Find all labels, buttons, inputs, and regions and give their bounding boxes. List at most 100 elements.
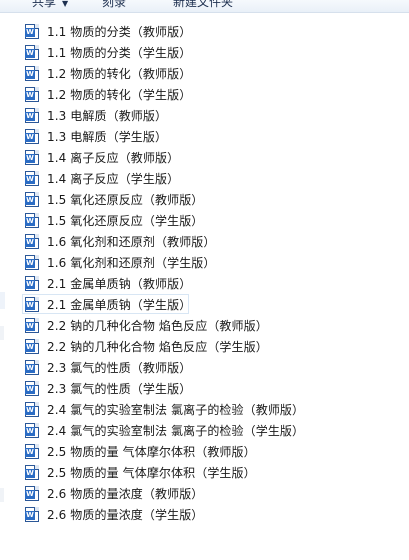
file-item[interactable]: W 2.5 物质的量 气体摩尔体积（学生版） <box>20 463 409 482</box>
file-item[interactable]: W 1.4 离子反应（教师版） <box>20 148 409 167</box>
word-badge: W <box>25 154 35 163</box>
file-item[interactable]: W 2.2 钠的几种化合物 焰色反应（学生版） <box>20 337 409 356</box>
new-folder-label: 新建文件夹 <box>173 0 234 9</box>
word-badge: W <box>25 322 35 331</box>
word-badge: W <box>25 448 35 457</box>
file-name: 2.2 钠的几种化合物 焰色反应（学生版） <box>47 340 268 354</box>
word-doc-icon: W <box>25 381 39 396</box>
share-menu-button[interactable]: 共享 ▼ <box>32 0 68 10</box>
file-name: 2.6 物质的量浓度（教师版） <box>47 487 204 501</box>
file-name: 1.1 物质的分类（学生版） <box>47 46 192 60</box>
word-doc-icon: W <box>25 402 39 417</box>
word-doc-icon: W <box>25 318 39 333</box>
word-badge: W <box>25 385 35 394</box>
word-doc-icon: W <box>25 45 39 60</box>
word-badge: W <box>25 469 35 478</box>
file-item[interactable]: W 2.4 氯气的实验室制法 氯离子的检验（学生版） <box>20 421 409 440</box>
word-doc-icon: W <box>25 213 39 228</box>
chevron-down-icon: ▼ <box>62 0 69 8</box>
file-list: W 1.1 物质的分类（教师版） W 1.1 物质的分类（学生版） W 1.2 物质的转化… <box>20 22 409 526</box>
file-item[interactable]: W 1.6 氧化剂和还原剂（教师版） <box>20 232 409 251</box>
word-badge: W <box>25 427 35 436</box>
word-doc-icon: W <box>25 108 39 123</box>
file-name: 1.2 物质的转化（教师版） <box>47 67 192 81</box>
word-badge: W <box>25 49 35 58</box>
file-item[interactable]: W 2.6 物质的量浓度（教师版） <box>20 484 409 503</box>
file-item[interactable]: W 1.3 电解质（学生版） <box>20 127 409 146</box>
file-item[interactable]: W 1.6 氧化剂和还原剂（学生版） <box>20 253 409 272</box>
file-item[interactable]: W 2.3 氯气的性质（教师版） <box>20 358 409 377</box>
file-item[interactable]: W 1.3 电解质（教师版） <box>20 106 409 125</box>
word-badge: W <box>25 196 35 205</box>
file-name: 1.3 电解质（学生版） <box>47 130 168 144</box>
file-item[interactable]: W 1.5 氧化还原反应（教师版） <box>20 190 409 209</box>
word-doc-icon: W <box>25 339 39 354</box>
word-badge: W <box>25 133 35 142</box>
file-name: 1.4 离子反应（教师版） <box>47 151 180 165</box>
nav-pane-highlight <box>0 292 5 309</box>
file-name: 1.2 物质的转化（学生版） <box>47 88 192 102</box>
file-item[interactable]: W 1.2 物质的转化（教师版） <box>20 64 409 83</box>
word-badge: W <box>25 217 35 226</box>
word-badge: W <box>25 70 35 79</box>
word-badge: W <box>25 238 35 247</box>
word-doc-icon: W <box>25 507 39 522</box>
file-item[interactable]: W 1.1 物质的分类（学生版） <box>20 43 409 62</box>
file-item[interactable]: W 1.4 离子反应（学生版） <box>20 169 409 188</box>
file-name: 2.2 钠的几种化合物 焰色反应（教师版） <box>47 319 268 333</box>
file-item[interactable]: W 1.1 物质的分类（教师版） <box>20 22 409 41</box>
file-name: 1.1 物质的分类（教师版） <box>47 25 192 39</box>
word-doc-icon: W <box>25 171 39 186</box>
file-name: 1.5 氧化还原反应（学生版） <box>47 214 204 228</box>
file-name: 2.4 氯气的实验室制法 氯离子的检验（学生版） <box>47 424 305 438</box>
navigation-pane-edge[interactable] <box>0 13 8 560</box>
word-doc-icon: W <box>25 234 39 249</box>
command-bar: 共享 ▼ 刻录 新建文件夹 <box>0 0 409 13</box>
file-name: 1.5 氧化还原反应（教师版） <box>47 193 204 207</box>
burn-button[interactable]: 刻录 <box>102 0 126 10</box>
file-item[interactable]: W 2.1 金属单质钠（学生版） <box>20 294 409 314</box>
word-badge: W <box>25 175 35 184</box>
word-doc-icon: W <box>25 150 39 165</box>
file-item[interactable]: W 2.6 物质的量浓度（学生版） <box>20 505 409 524</box>
file-name: 2.3 氯气的性质（学生版） <box>47 382 192 396</box>
word-doc-icon: W <box>25 66 39 81</box>
new-folder-button[interactable]: 新建文件夹 <box>173 0 233 10</box>
word-doc-icon: W <box>25 360 39 375</box>
word-doc-icon: W <box>25 486 39 501</box>
file-name: 2.5 物质的量 气体摩尔体积（学生版） <box>47 466 256 480</box>
file-name: 2.1 金属单质钠（教师版） <box>47 277 192 291</box>
word-badge: W <box>25 364 35 373</box>
word-badge: W <box>25 301 35 310</box>
share-label: 共享 <box>32 0 57 9</box>
word-doc-icon: W <box>25 87 39 102</box>
file-item[interactable]: W 2.2 钠的几种化合物 焰色反应（教师版） <box>20 316 409 335</box>
word-doc-icon: W <box>25 255 39 270</box>
word-doc-icon: W <box>25 444 39 459</box>
word-doc-icon: W <box>25 297 39 312</box>
word-badge: W <box>25 28 35 37</box>
word-badge: W <box>25 112 35 121</box>
file-name: 2.4 氯气的实验室制法 氯离子的检验（教师版） <box>47 403 305 417</box>
file-item[interactable]: W 2.1 金属单质钠（教师版） <box>20 274 409 293</box>
word-badge: W <box>25 259 35 268</box>
word-doc-icon: W <box>25 465 39 480</box>
file-item[interactable]: W 2.4 氯气的实验室制法 氯离子的检验（教师版） <box>20 400 409 419</box>
file-item[interactable]: W 2.5 物质的量 气体摩尔体积（教师版） <box>20 442 409 461</box>
word-doc-icon: W <box>25 24 39 39</box>
file-item[interactable]: W 1.2 物质的转化（学生版） <box>20 85 409 104</box>
file-item[interactable]: W 1.5 氧化还原反应（学生版） <box>20 211 409 230</box>
word-doc-icon: W <box>25 276 39 291</box>
word-doc-icon: W <box>25 192 39 207</box>
word-badge: W <box>25 511 35 520</box>
burn-label: 刻录 <box>102 0 127 9</box>
word-badge: W <box>25 490 35 499</box>
nav-pane-marker <box>0 326 4 340</box>
word-badge: W <box>25 91 35 100</box>
file-name: 1.3 电解质（教师版） <box>47 109 168 123</box>
word-doc-icon: W <box>25 129 39 144</box>
file-name: 2.3 氯气的性质（教师版） <box>47 361 192 375</box>
word-doc-icon: W <box>25 423 39 438</box>
file-item[interactable]: W 2.3 氯气的性质（学生版） <box>20 379 409 398</box>
nav-pane-marker <box>0 488 4 502</box>
